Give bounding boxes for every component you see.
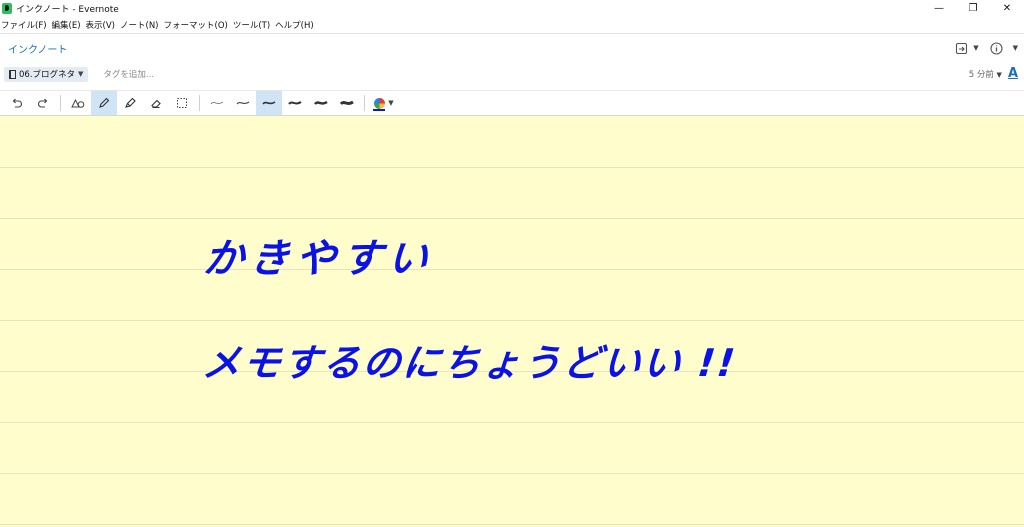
current-color-indicator (373, 109, 385, 111)
tag-bar: 06.ブログネタ ▼ タグを追加... 5 分前 ▼ A (0, 63, 1024, 85)
notebook-name: 06.ブログネタ (19, 70, 76, 80)
toolbar-divider (60, 95, 61, 111)
stroke-width-1-icon[interactable] (204, 91, 230, 115)
highlighter-icon[interactable] (117, 91, 143, 115)
chevron-down-icon: ▼ (388, 99, 394, 107)
ink-color-picker[interactable]: ▼ (369, 91, 399, 115)
ruled-line (0, 524, 1024, 525)
stroke-width-6-icon[interactable] (334, 91, 360, 115)
menu-note[interactable]: ノート(N) (120, 19, 159, 31)
ruled-line (0, 269, 1024, 270)
menu-format[interactable]: フォーマット(O) (164, 19, 228, 31)
more-options-icon[interactable]: ▼ (1013, 44, 1018, 52)
menu-edit[interactable]: 編集(E) (52, 19, 81, 31)
menu-file[interactable]: ファイル(F) (1, 19, 47, 31)
menu-view[interactable]: 表示(V) (86, 19, 115, 31)
color-wheel-icon (374, 97, 386, 109)
notebook-selector[interactable]: 06.ブログネタ ▼ (4, 66, 89, 82)
share-icon[interactable] (953, 40, 969, 56)
window-controls: — ❐ ✕ (922, 0, 1024, 17)
handwriting-line-1: かきやすい (201, 236, 436, 282)
shapes-icon[interactable] (65, 91, 91, 115)
modified-time-label: 5 分前 (968, 69, 994, 80)
stroke-width-4-icon[interactable] (282, 91, 308, 115)
ruled-line (0, 320, 1024, 321)
title-bar: インクノート - Evernote — ❐ ✕ (0, 0, 1024, 17)
note-header: インクノート ▼ ▼ (0, 33, 1024, 63)
stroke-width-5-icon[interactable] (308, 91, 334, 115)
redo-icon[interactable] (30, 91, 56, 115)
note-actions: ▼ ▼ (953, 40, 1018, 56)
ruled-line (0, 218, 1024, 219)
eraser-icon[interactable] (143, 91, 169, 115)
toolbar-divider (364, 95, 365, 111)
ink-toolbar: ▼ (0, 90, 1024, 116)
modified-time[interactable]: 5 分前 ▼ (969, 68, 1002, 80)
note-title[interactable]: インクノート (8, 41, 67, 56)
font-format-button[interactable]: A (1008, 66, 1018, 81)
handwriting-line-2: メモするのにちょうどいい !! (200, 341, 739, 385)
ruled-line (0, 473, 1024, 474)
stroke-width-2-icon[interactable] (230, 91, 256, 115)
chevron-down-icon: ▼ (78, 70, 84, 78)
ruled-line (0, 422, 1024, 423)
close-button[interactable]: ✕ (990, 0, 1024, 17)
menu-bar: ファイル(F) 編集(E) 表示(V) ノート(N) フォーマット(O) ツール… (0, 17, 1024, 33)
restore-button[interactable]: ❐ (956, 0, 990, 17)
ink-canvas[interactable]: かきやすい メモするのにちょうどいい !! (0, 116, 1024, 527)
window-title: インクノート - Evernote (16, 5, 119, 15)
menu-help[interactable]: ヘルプ(H) (275, 19, 314, 31)
pen-icon[interactable] (91, 91, 117, 115)
ruled-line (0, 167, 1024, 168)
info-icon[interactable] (989, 40, 1005, 56)
share-dropdown-icon[interactable]: ▼ (973, 44, 978, 52)
notebook-icon (9, 69, 16, 79)
add-tag-input[interactable]: タグを追加... (103, 68, 154, 80)
menu-tools[interactable]: ツール(T) (233, 19, 270, 31)
note-meta: 5 分前 ▼ A (969, 66, 1018, 81)
stroke-width-3-icon[interactable] (256, 91, 282, 115)
undo-icon[interactable] (4, 91, 30, 115)
lasso-select-icon[interactable] (169, 91, 195, 115)
toolbar-divider (199, 95, 200, 111)
minimize-button[interactable]: — (922, 0, 956, 17)
evernote-logo-icon (2, 3, 12, 14)
chevron-down-icon: ▼ (996, 70, 1002, 79)
